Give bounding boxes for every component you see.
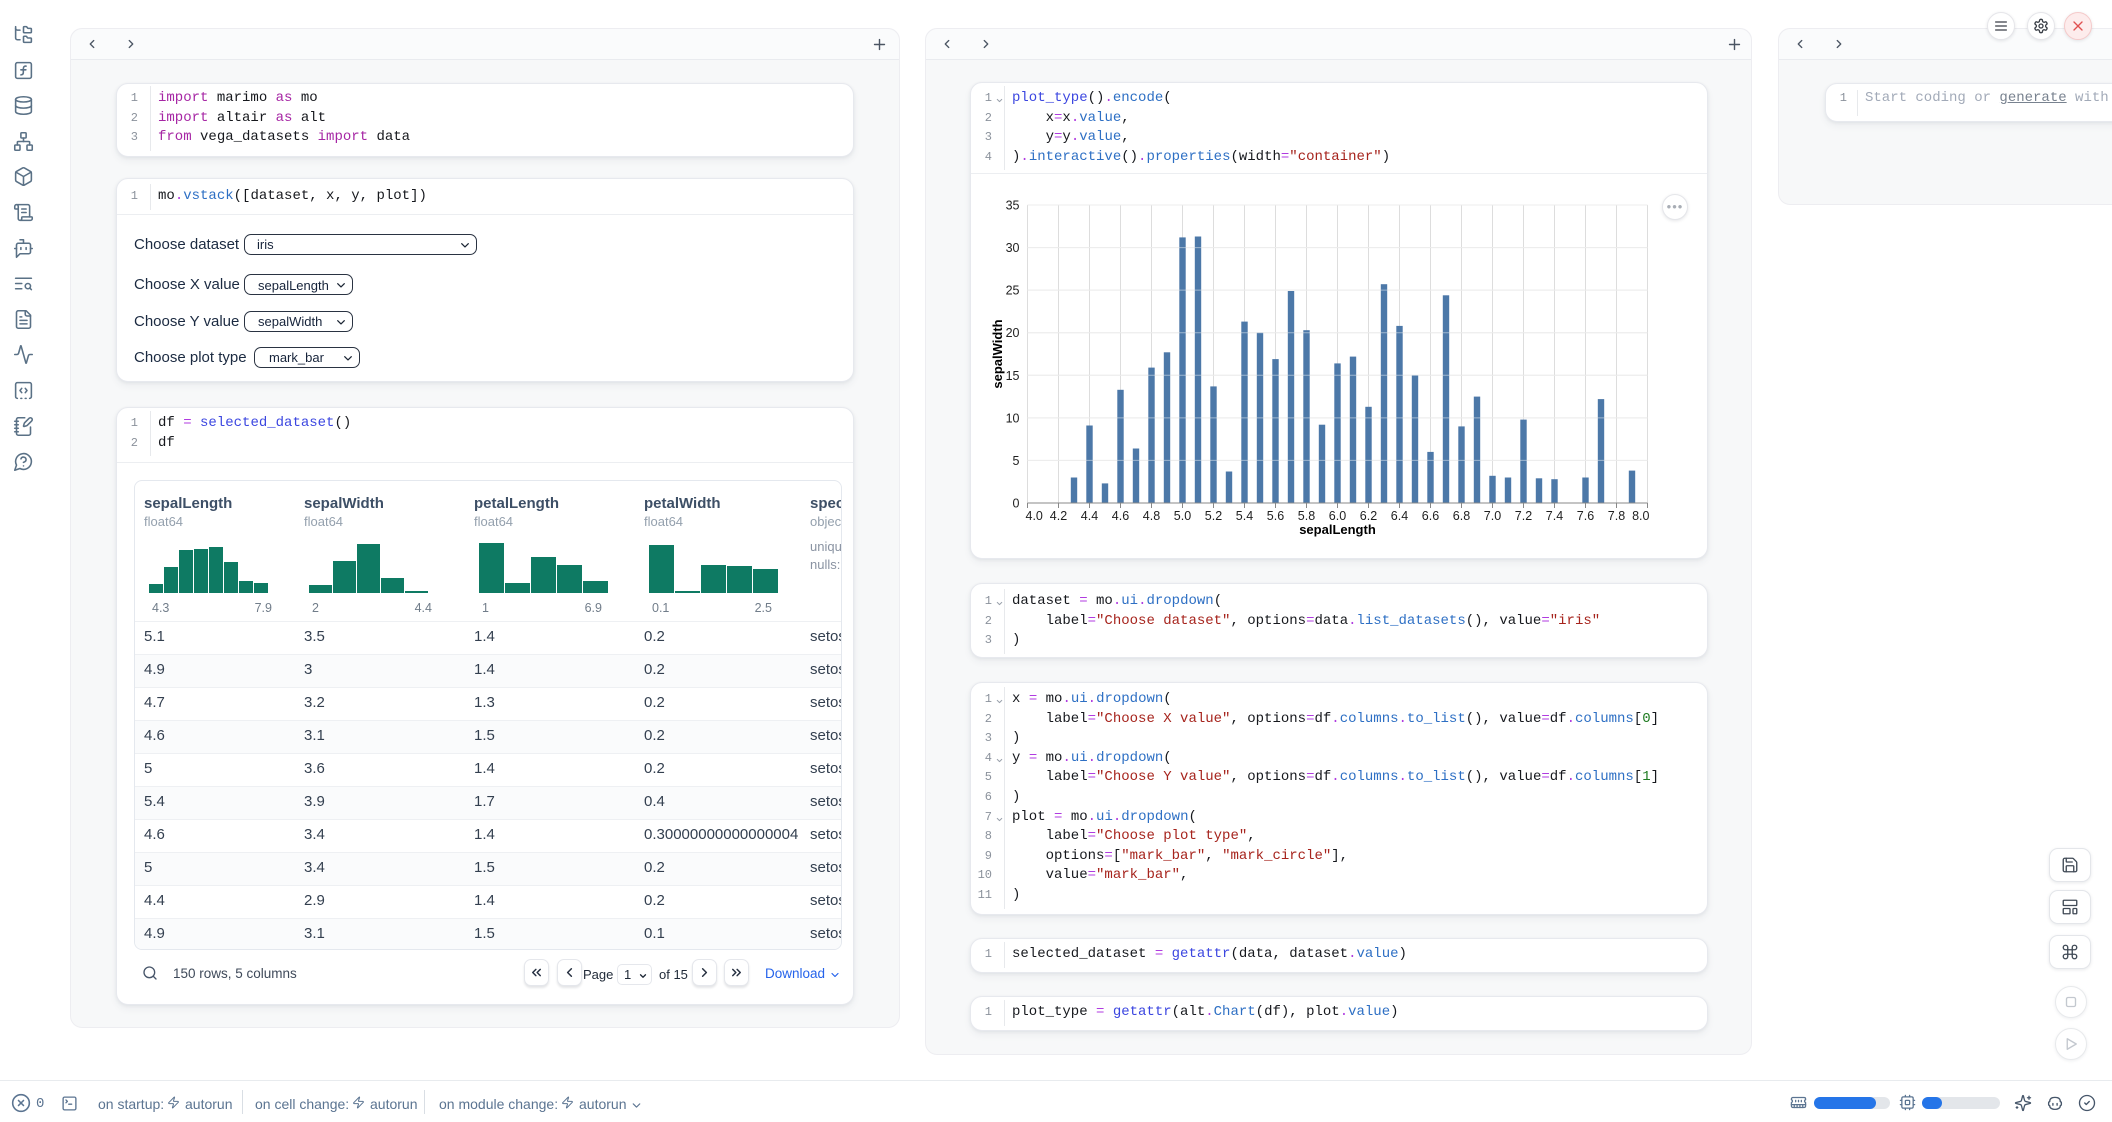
svg-text:25: 25 (1006, 284, 1020, 298)
svg-text:6.0: 6.0 (1329, 509, 1346, 523)
svg-text:20: 20 (1006, 326, 1020, 340)
svg-text:8.0: 8.0 (1632, 509, 1649, 523)
svg-text:6.2: 6.2 (1360, 509, 1377, 523)
svg-text:7.8: 7.8 (1608, 509, 1625, 523)
svg-text:7.4: 7.4 (1546, 509, 1563, 523)
svg-text:4.6: 4.6 (1112, 509, 1129, 523)
svg-text:5.8: 5.8 (1298, 509, 1315, 523)
svg-text:5.6: 5.6 (1267, 509, 1284, 523)
svg-text:30: 30 (1006, 241, 1020, 255)
svg-text:sepalLength: sepalLength (1299, 522, 1376, 537)
svg-text:6.4: 6.4 (1391, 509, 1408, 523)
svg-text:4.2: 4.2 (1050, 509, 1067, 523)
svg-text:6.6: 6.6 (1422, 509, 1439, 523)
svg-text:7.0: 7.0 (1484, 509, 1501, 523)
svg-text:4.8: 4.8 (1143, 509, 1160, 523)
svg-text:5: 5 (1013, 454, 1020, 468)
svg-text:6.8: 6.8 (1453, 509, 1470, 523)
svg-text:5.4: 5.4 (1236, 509, 1253, 523)
svg-text:7.2: 7.2 (1515, 509, 1532, 523)
svg-text:4.4: 4.4 (1081, 509, 1098, 523)
svg-text:10: 10 (1006, 411, 1020, 425)
svg-text:0: 0 (1013, 497, 1020, 511)
svg-text:5.0: 5.0 (1174, 509, 1191, 523)
svg-text:4.0: 4.0 (1026, 509, 1043, 523)
svg-text:7.6: 7.6 (1577, 509, 1594, 523)
svg-text:5.2: 5.2 (1205, 509, 1222, 523)
svg-text:35: 35 (1006, 199, 1020, 213)
svg-text:15: 15 (1006, 369, 1020, 383)
svg-text:sepalWidth: sepalWidth (990, 319, 1005, 388)
